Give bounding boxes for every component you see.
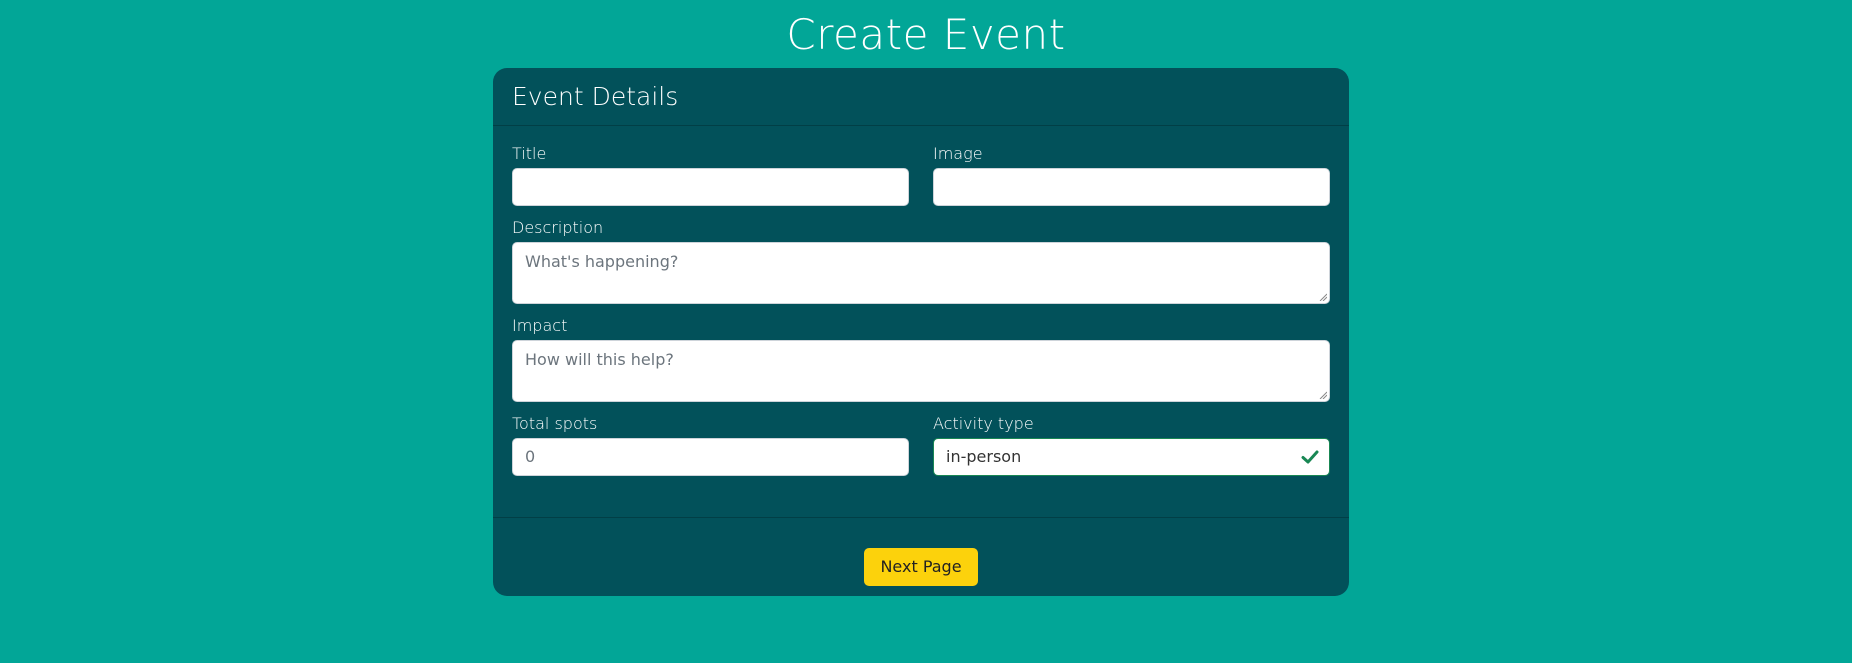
description-textarea[interactable]: What's happening? <box>512 242 1330 304</box>
total-spots-label: Total spots <box>512 414 598 433</box>
description-placeholder: What's happening? <box>525 252 679 271</box>
impact-label: Impact <box>512 316 568 335</box>
description-label: Description <box>512 218 604 237</box>
title-input[interactable] <box>512 168 909 206</box>
impact-textarea[interactable]: How will this help? <box>512 340 1330 402</box>
check-icon <box>1301 450 1319 464</box>
image-input[interactable] <box>933 168 1330 206</box>
activity-type-value: in-person <box>946 447 1022 466</box>
next-page-button[interactable]: Next Page <box>864 548 978 586</box>
page-title: Create Event <box>786 10 1066 59</box>
resize-grip-icon[interactable] <box>1319 293 1327 301</box>
activity-type-label: Activity type <box>933 414 1034 433</box>
total-spots-input[interactable]: 0 <box>512 438 909 476</box>
activity-type-select[interactable]: in-person <box>933 438 1330 476</box>
impact-placeholder: How will this help? <box>525 350 674 369</box>
card-footer: Next Page <box>493 517 1349 596</box>
title-label: Title <box>512 144 547 163</box>
total-spots-value: 0 <box>525 447 536 466</box>
event-details-card: Event Details Title Image Description Wh… <box>493 68 1349 596</box>
card-header: Event Details <box>493 68 1349 126</box>
resize-grip-icon[interactable] <box>1319 391 1327 399</box>
card-body: Title Image Description What's happening… <box>493 126 1349 476</box>
image-label: Image <box>933 144 983 163</box>
